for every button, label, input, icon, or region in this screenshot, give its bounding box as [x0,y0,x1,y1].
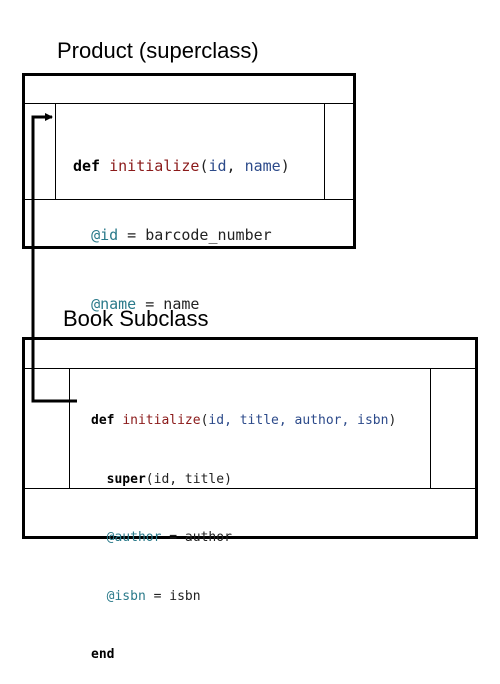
end-keyword: end [91,647,115,662]
subclass-code-line-5: end [91,645,396,665]
super-call-arrow [31,113,77,403]
ivar-isbn: @isbn [106,588,146,604]
arrow-path [31,113,77,403]
subclass-code-line-4: @isbn = isbn [91,587,396,607]
assign-isbn: = isbn [145,588,201,604]
